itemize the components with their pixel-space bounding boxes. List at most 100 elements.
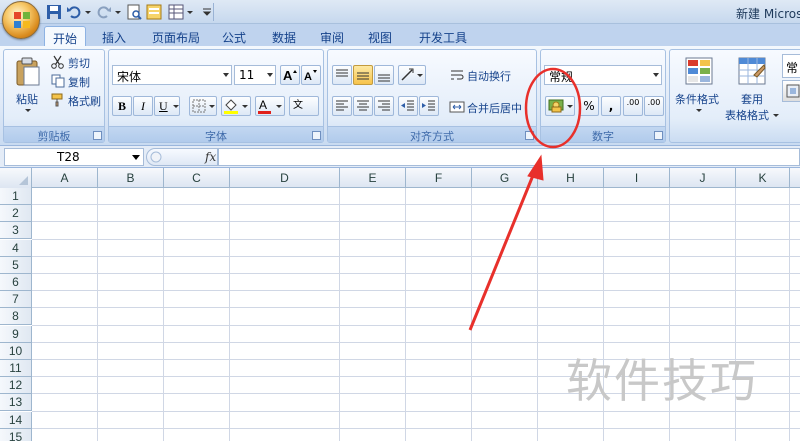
name-box-dropdown-icon (132, 155, 140, 160)
decrease-indent-button[interactable] (398, 96, 418, 116)
align-bottom-button[interactable] (374, 65, 394, 85)
table-icon[interactable] (168, 4, 184, 20)
font-color-button[interactable]: A (255, 96, 285, 116)
copy-icon (51, 74, 65, 88)
cell-style-gallery-button[interactable] (782, 80, 800, 102)
format-as-table-button[interactable]: 套用 表格格式 (724, 54, 779, 122)
form-icon[interactable] (146, 4, 162, 20)
increase-indent-button[interactable] (419, 96, 439, 116)
format-painter-button[interactable]: 格式刷 (48, 90, 104, 108)
font-launcher-icon[interactable] (312, 131, 321, 140)
grow-font-button[interactable]: A (280, 65, 300, 85)
row-header-14[interactable]: 14 (0, 411, 32, 429)
column-header-b[interactable]: B (98, 168, 164, 188)
number-format-select[interactable]: 常规 (544, 65, 662, 85)
column-header-k[interactable]: K (736, 168, 790, 188)
column-header-e[interactable]: E (340, 168, 406, 188)
column-header-a[interactable]: A (32, 168, 98, 188)
row-header-2[interactable]: 2 (0, 205, 32, 223)
save-icon[interactable] (46, 4, 62, 20)
increase-decimal-button[interactable]: .00 (623, 96, 643, 116)
column-header-j[interactable]: J (670, 168, 736, 188)
alignment-launcher-icon[interactable] (525, 131, 534, 140)
number-format-value: 常规 (549, 70, 574, 84)
percent-style-button[interactable]: % (579, 96, 599, 116)
group-clipboard: 粘贴 剪切 复制 格式刷 剪贴板 (3, 49, 105, 143)
tab-view[interactable]: 视图 (362, 26, 398, 46)
table-dropdown-icon[interactable] (186, 4, 194, 20)
font-name-select[interactable]: 宋体 (112, 65, 232, 85)
conditional-format-button[interactable]: 条件格式 (672, 54, 724, 120)
fill-color-button[interactable] (221, 96, 251, 116)
increase-indent-icon (422, 100, 435, 111)
font-size-select[interactable]: 11 (234, 65, 276, 85)
undo-dropdown-icon[interactable] (84, 4, 92, 20)
bold-button[interactable]: B (112, 96, 132, 116)
row-header-11[interactable]: 11 (0, 360, 32, 377)
select-all-corner[interactable] (0, 168, 32, 188)
row-header-15[interactable]: 15 (0, 428, 32, 441)
row-header-6[interactable]: 6 (0, 274, 32, 291)
column-header-c[interactable]: C (164, 168, 230, 188)
gridline-horizontal (32, 221, 800, 223)
shrink-font-button[interactable]: A (301, 65, 321, 85)
name-box[interactable]: T28 (4, 148, 144, 166)
align-top-button[interactable] (332, 65, 352, 85)
row-header-9[interactable]: 9 (0, 325, 32, 343)
column-header-i[interactable]: I (604, 168, 670, 188)
merge-center-button[interactable]: 合并后居中 (446, 96, 534, 116)
comma-style-button[interactable]: , (601, 96, 621, 116)
office-button[interactable] (2, 1, 40, 39)
format-as-table-label-1: 套用 (741, 93, 763, 106)
column-header-d[interactable]: D (230, 168, 340, 188)
tab-page-layout[interactable]: 页面布局 (146, 26, 206, 46)
align-right-button[interactable] (374, 96, 394, 116)
row-header-3[interactable]: 3 (0, 222, 32, 240)
wrap-text-button[interactable]: 自动换行 (446, 64, 534, 84)
undo-icon[interactable] (66, 4, 82, 20)
align-center-button[interactable] (353, 96, 373, 116)
accounting-format-button[interactable] (545, 96, 575, 116)
redo-dropdown-icon[interactable] (114, 4, 122, 20)
tab-home[interactable]: 开始 (44, 26, 86, 46)
insert-function-icon[interactable]: fx (205, 150, 216, 164)
copy-button[interactable]: 复制 (48, 71, 104, 89)
column-header-h[interactable]: H (538, 168, 604, 188)
row-header-4[interactable]: 4 (0, 239, 32, 257)
tab-data[interactable]: 数据 (266, 26, 302, 46)
number-launcher-icon[interactable] (654, 131, 663, 140)
row-header-8[interactable]: 8 (0, 308, 32, 326)
underline-dropdown-icon[interactable] (173, 105, 179, 108)
column-header-g[interactable]: G (472, 168, 538, 188)
row-header-10[interactable]: 10 (0, 342, 32, 360)
row-header-1[interactable]: 1 (0, 188, 32, 205)
row-header-12[interactable]: 12 (0, 377, 32, 395)
row-header-5[interactable]: 5 (0, 256, 32, 274)
cell-style-button[interactable]: 常 (782, 54, 800, 78)
borders-button[interactable] (189, 96, 217, 116)
cell-style-label: 常 (786, 61, 799, 75)
phonetic-guide-button[interactable]: 文 (289, 96, 319, 116)
clipboard-launcher-icon[interactable] (93, 131, 102, 140)
align-center-icon (357, 100, 369, 111)
redo-icon[interactable] (96, 4, 112, 20)
format-as-table-icon (738, 57, 766, 85)
tab-developer[interactable]: 开发工具 (412, 26, 474, 46)
row-header-13[interactable]: 13 (0, 394, 32, 412)
print-preview-icon[interactable] (126, 4, 142, 20)
align-middle-button[interactable] (353, 65, 373, 85)
formula-cancel-icon[interactable] (150, 151, 162, 163)
tab-insert[interactable]: 插入 (96, 26, 132, 46)
italic-button[interactable]: I (133, 96, 153, 116)
decrease-decimal-button[interactable]: .00 (644, 96, 664, 116)
align-left-button[interactable] (332, 96, 352, 116)
column-header-f[interactable]: F (406, 168, 472, 188)
paste-button[interactable]: 粘贴 (8, 54, 46, 122)
tab-formulas[interactable]: 公式 (216, 26, 252, 46)
formula-input[interactable] (218, 148, 800, 166)
row-header-7[interactable]: 7 (0, 291, 32, 309)
cut-button[interactable]: 剪切 (48, 52, 104, 70)
orientation-button[interactable] (398, 65, 426, 85)
tab-review[interactable]: 审阅 (314, 26, 350, 46)
customize-qat-icon[interactable] (202, 4, 212, 20)
